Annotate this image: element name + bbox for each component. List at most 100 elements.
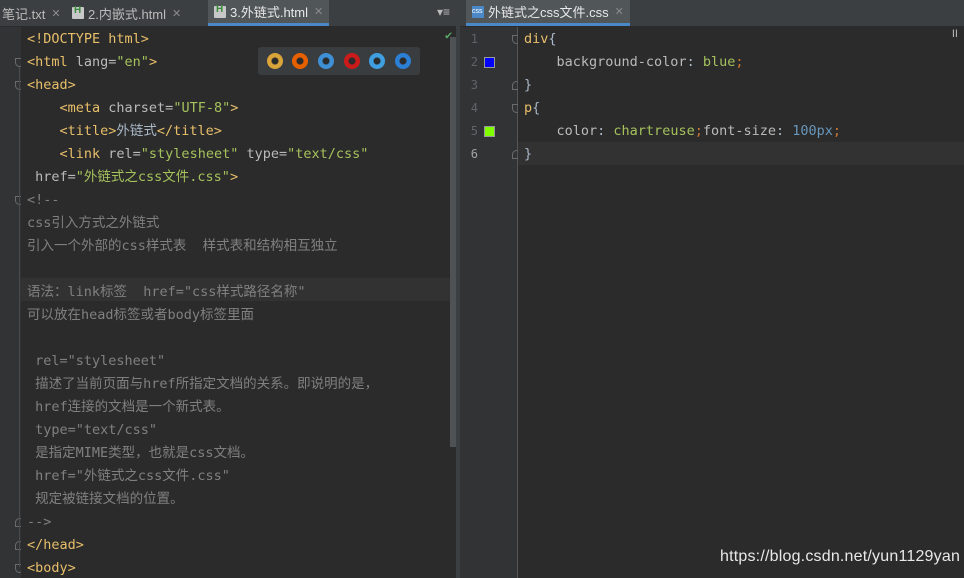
left-code-editor[interactable]: <!DOCTYPE html> <html lang="en"> <head> <m… (21, 27, 450, 578)
tab-label: 3.外链式.html (230, 5, 309, 20)
code-token: "stylesheet" (140, 146, 239, 162)
code-line: --> (27, 511, 51, 534)
html5-file-icon (72, 5, 84, 19)
code-token: type="text/css" (27, 422, 158, 438)
code-line: <!-- (27, 189, 60, 212)
code-token: > (148, 54, 158, 70)
code-line: <body> (27, 557, 76, 578)
code-token: href="外链式之css文件.css" (27, 468, 230, 484)
code-token: <link (27, 146, 109, 162)
code-line: <html lang="en"> (27, 51, 157, 74)
code-token: 外链式 (116, 123, 157, 139)
safari-icon[interactable] (318, 53, 335, 69)
code-token: : (597, 123, 614, 139)
code-token: ; (735, 54, 744, 70)
right-editor-gutter[interactable]: 1 2 3 4 5 6 (460, 27, 521, 578)
code-token: p (524, 100, 533, 116)
code-token: 规定被链接文档的位置。 (27, 491, 184, 507)
inspection-ok-icon[interactable]: ✔ (445, 28, 452, 42)
code-token: <meta (27, 100, 109, 116)
code-line: css引入方式之外链式 (27, 212, 159, 235)
code-token: <body> (27, 560, 76, 576)
left-tab-2[interactable]: 2.内嵌式.html ✕ (66, 2, 187, 24)
code-line: } (524, 74, 532, 97)
pause-icon[interactable]: II (952, 28, 958, 40)
code-token: <!DOCTYPE html> (27, 31, 149, 47)
code-token: <!-- (27, 192, 60, 208)
close-tab-icon[interactable]: ✕ (314, 5, 323, 18)
code-token: <html (27, 54, 76, 70)
code-line: <meta charset="UTF-8"> (27, 97, 239, 120)
line-number: 1 (470, 32, 478, 46)
code-line: 可以放在head标签或者body标签里面 (27, 304, 254, 327)
opera-icon[interactable] (343, 53, 360, 69)
line-number: 4 (470, 101, 478, 115)
code-line: rel="stylesheet" (27, 350, 165, 373)
code-token: 可以放在head标签或者body标签里面 (27, 307, 255, 323)
code-line: <!DOCTYPE html> (27, 28, 149, 51)
code-token: div (524, 31, 549, 47)
code-line: 引入一个外部的css样式表 样式表和结构相互独立 (27, 235, 338, 258)
code-token: "UTF-8" (173, 100, 231, 116)
code-token: } (524, 146, 533, 162)
right-tab-1[interactable]: 外链式之css文件.css ✕ (466, 0, 630, 26)
left-editor-gutter[interactable] (0, 27, 24, 578)
ie-icon[interactable] (369, 53, 386, 69)
code-line: p{ (524, 97, 540, 120)
code-token: </head> (27, 537, 84, 553)
color-swatch-icon[interactable] (484, 57, 495, 68)
edge-icon[interactable] (395, 53, 412, 69)
code-token: : (686, 54, 703, 70)
firefox-icon[interactable] (292, 53, 309, 69)
code-token: lang= (75, 54, 117, 70)
code-token: charset= (108, 100, 174, 116)
left-tab-3[interactable]: 3.外链式.html ✕ (208, 0, 330, 26)
code-line: <title>外链式</title> (27, 120, 222, 143)
left-tab-bar: 笔记.txt ✕ 2.内嵌式.html ✕ 3.外链式.html ✕ ▾≡ (0, 0, 456, 27)
code-line: type="text/css" (27, 419, 157, 442)
code-line: 语法：link标签 href="css样式路径名称" (27, 281, 306, 304)
code-token: --> (27, 514, 52, 530)
code-token: font-size (702, 123, 776, 139)
code-token: { (548, 31, 557, 47)
code-line: href连接的文档是一个新式表。 (27, 396, 230, 419)
code-line: 描述了当前页面与href所指定文档的关系。即说明的是， (27, 373, 378, 396)
html5-file-icon (214, 4, 226, 18)
code-line: 是指定MIME类型，也就是css文档。 (27, 442, 254, 465)
code-line: href="外链式之css文件.css"> (27, 166, 238, 189)
left-tab-1[interactable]: 笔记.txt ✕ (0, 2, 67, 24)
code-token: blue (702, 54, 736, 70)
code-token: <title> (27, 123, 117, 139)
code-token: type= (238, 146, 288, 162)
color-swatch-icon[interactable] (484, 126, 495, 137)
code-token: : (776, 123, 793, 139)
close-tab-icon[interactable]: ✕ (172, 7, 181, 20)
code-token: { (532, 100, 541, 116)
right-tab-bar: 外链式之css文件.css ✕ (460, 0, 964, 27)
chrome-icon[interactable] (266, 53, 283, 69)
tab-list-menu-icon[interactable]: ▾≡ (437, 5, 450, 19)
code-token: href连接的文档是一个新式表。 (27, 399, 230, 415)
code-token: <head> (27, 77, 76, 93)
code-token: chartreuse (613, 123, 695, 139)
code-token: 是指定MIME类型，也就是css文档。 (27, 445, 255, 461)
code-line: href="外链式之css文件.css" (27, 465, 230, 488)
code-token: } (524, 77, 533, 93)
code-token: rel= (108, 146, 141, 162)
tab-label: 外链式之css文件.css (488, 5, 609, 20)
code-line: div{ (524, 28, 557, 51)
code-token: color (524, 123, 598, 139)
scrollbar-thumb[interactable] (450, 37, 456, 447)
right-code-editor[interactable]: div{ background-color: blue;} p{ color: c… (518, 27, 964, 578)
left-editor-scrollbar[interactable] (450, 27, 456, 578)
code-token: 引入一个外部的css样式表 样式表和结构相互独立 (27, 238, 338, 254)
line-number: 6 (470, 147, 478, 161)
fold-guide-line (19, 67, 20, 567)
code-token: background-color (524, 54, 687, 70)
code-token: css引入方式之外链式 (27, 215, 160, 231)
close-tab-icon[interactable]: ✕ (51, 7, 60, 20)
code-line: background-color: blue; (524, 51, 744, 74)
code-line: <head> (27, 74, 76, 97)
tab-label: 笔记.txt (2, 6, 46, 22)
close-tab-icon[interactable]: ✕ (615, 5, 624, 18)
